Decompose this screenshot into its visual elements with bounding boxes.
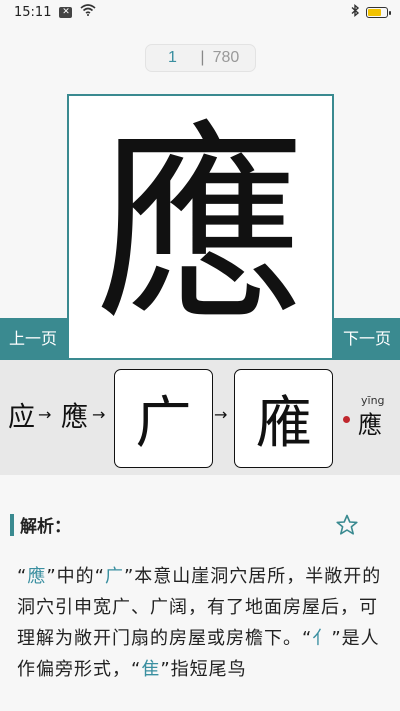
text-1: ”中的“ bbox=[46, 566, 105, 587]
status-bar: 15:11 ✕ bbox=[0, 0, 400, 24]
term-1: 應 bbox=[27, 566, 47, 587]
red-dot bbox=[343, 416, 350, 423]
analysis-header: 解析： bbox=[10, 512, 71, 537]
simplified-character: 应 bbox=[8, 402, 35, 433]
status-left: 15:11 ✕ bbox=[14, 4, 96, 20]
main-character: 應 bbox=[95, 104, 306, 349]
analysis-text: “應”中的“广”本意山崖洞穴居所，半敞开的洞穴引申宽广、广阔，有了地面房屋后，可… bbox=[17, 561, 387, 685]
evolution-stage-1[interactable]: 广 bbox=[114, 369, 213, 468]
star-icon[interactable] bbox=[335, 513, 359, 537]
battery-icon bbox=[366, 6, 391, 18]
close-box-icon: ✕ bbox=[59, 6, 73, 18]
counter-separator: | bbox=[200, 49, 205, 66]
page-counter[interactable]: 1 | 780 bbox=[145, 44, 256, 72]
quote: “ bbox=[17, 566, 28, 587]
wifi-icon bbox=[80, 4, 96, 20]
analysis-title: 解析： bbox=[20, 517, 71, 537]
section-marker bbox=[10, 513, 14, 536]
current-page: 1 bbox=[167, 49, 177, 66]
total-pages: 780 bbox=[212, 49, 240, 66]
traditional-character: 應 bbox=[61, 402, 88, 433]
term-3: 亻 bbox=[312, 628, 332, 649]
stage-1-glyph: 广 bbox=[135, 391, 192, 456]
term-4: 隹 bbox=[141, 659, 161, 680]
next-page-button[interactable]: 下一页 bbox=[334, 318, 400, 360]
stage-2-glyph: 䧹 bbox=[255, 391, 312, 456]
character-card: 應 bbox=[67, 94, 334, 360]
prev-page-button[interactable]: 上一页 bbox=[0, 318, 66, 360]
clock: 15:11 bbox=[14, 4, 52, 20]
arrow-2: → bbox=[92, 405, 106, 424]
arrow-1: → bbox=[38, 405, 52, 424]
text-4: ”指短尾鸟 bbox=[160, 659, 247, 680]
evolution-stage-2[interactable]: 䧹 bbox=[234, 369, 333, 468]
bluetooth-icon bbox=[351, 3, 360, 21]
term-2: 广 bbox=[104, 566, 124, 587]
arrow-3: → bbox=[214, 405, 228, 424]
status-right bbox=[351, 3, 391, 21]
pronunciation-glyph[interactable]: 應 bbox=[358, 405, 382, 440]
